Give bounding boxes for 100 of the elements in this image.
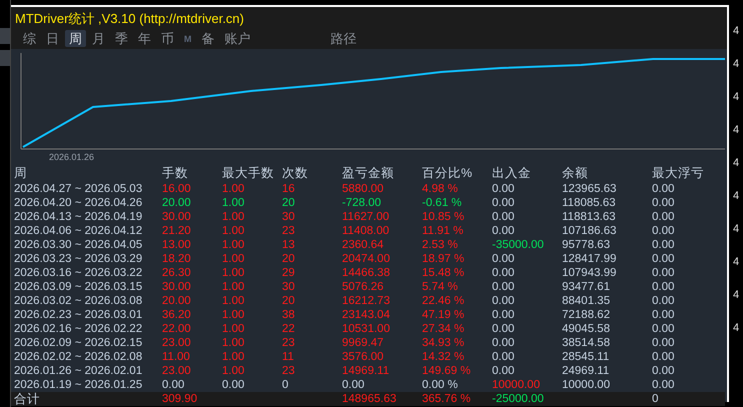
table-cell: 365.76 % (419, 392, 489, 406)
table-cell-text: 2026.04.20 ~ 2026.04.26 (13, 196, 144, 210)
table-cell-text: 22.46 % (421, 294, 466, 308)
table-cell-text: 2026.03.02 ~ 2026.03.08 (13, 294, 144, 308)
table-cell-text: 0.00 (651, 182, 676, 196)
table-cell-text: 18.20 (161, 252, 192, 266)
table-cell-text: 0.00 (491, 252, 516, 266)
price-label: 4 (732, 256, 740, 270)
table-cell-text: 2026.01.26 ~ 2026.02.01 (13, 364, 144, 378)
table-cell-text: 47.19 % (421, 308, 466, 322)
table-cell-text: 0.00 (651, 308, 676, 322)
table-cell: 10000.00 (489, 378, 559, 392)
table-cell-text: 1.00 (221, 336, 246, 350)
table-cell-text: 5.74 % (421, 280, 459, 294)
table-cell-text: 13.00 (161, 238, 192, 252)
column-header: 最大浮亏 (651, 165, 705, 182)
period-tab[interactable]: 日 (42, 30, 63, 47)
table-cell-text: 34.93 % (421, 336, 466, 350)
table-cell-text: 1.00 (221, 196, 246, 210)
period-tab[interactable]: M (180, 30, 196, 47)
path-button[interactable]: 路径 (326, 30, 360, 47)
table-cell-text: 20.00 (161, 196, 192, 210)
table-cell-text: 18.97 % (421, 252, 466, 266)
price-label: 4 (732, 58, 740, 72)
price-label: 4 (732, 190, 740, 204)
table-cell-text: 0.00 (491, 210, 516, 224)
side-button[interactable] (0, 50, 10, 66)
axis-label: 2026.01.26 (49, 152, 94, 162)
table-cell-text: 1.00 (221, 364, 246, 378)
table-cell: 0.00 (649, 378, 725, 392)
table-cell-text: 2026.04.13 ~ 2026.04.19 (13, 210, 144, 224)
table-cell-text: 23.00 (161, 336, 192, 350)
table-cell-text: 95778.63 (561, 238, 611, 252)
table-cell-text: 0.00 (651, 336, 676, 350)
table-cell-text: 2026.04.06 ~ 2026.04.12 (13, 224, 144, 238)
table-cell-text: 20 (281, 252, 296, 266)
table-cell-text: 23 (281, 336, 296, 350)
table-cell-text: 0.00 (491, 364, 516, 378)
period-tab[interactable]: 备 (198, 30, 218, 47)
price-label: 4 (732, 289, 740, 303)
table-cell-text: 2.53 % (421, 238, 459, 252)
table-cell-text: 1.00 (221, 322, 246, 336)
table-cell-text: 0.00 (651, 280, 676, 294)
table-cell-text: 20 (281, 196, 296, 210)
table-cell-text: 88401.35 (561, 294, 611, 308)
table-cell-text: 22 (281, 322, 296, 336)
table-cell-text: 13 (281, 238, 296, 252)
table-cell-text: 0.00 (491, 280, 516, 294)
table-cell-text: 0.00 (651, 350, 676, 364)
period-tab[interactable]: 年 (134, 30, 155, 47)
side-button[interactable] (0, 28, 10, 44)
table-cell-text: 1.00 (221, 182, 246, 196)
table-cell-text: 20474.00 (341, 252, 391, 266)
table-cell-text: 1.00 (221, 252, 246, 266)
table-cell-text: 4.98 % (421, 182, 459, 196)
table-cell-text: 0.00 (651, 266, 676, 280)
table-cell-text: 2026.02.09 ~ 2026.02.15 (13, 336, 144, 350)
table-cell: 148965.63 (339, 392, 419, 406)
table-cell-text: 0.00 (651, 294, 676, 308)
period-tab[interactable]: 综 (19, 30, 40, 47)
price-label: 4 (732, 91, 740, 105)
table-cell: 0.00 (159, 378, 219, 392)
price-label: 4 (732, 322, 740, 336)
table-cell-text: 0.00 (491, 224, 516, 238)
table-cell-text: 38 (281, 308, 296, 322)
table-cell-text: 11408.00 (341, 224, 390, 238)
table-cell-text: 1.00 (221, 308, 246, 322)
period-tab[interactable]: 周 (65, 30, 86, 47)
table-cell-text: 0.00 (651, 322, 676, 336)
table-cell-text: 36.20 (161, 308, 192, 322)
table-cell-text: 123965.63 (561, 182, 618, 196)
price-label: 4 (732, 25, 740, 39)
table-cell-text: 0.00 (491, 196, 516, 210)
table-cell-text: -35000.00 (491, 238, 545, 252)
window-title: MTDriver统计 ,V3.10 (http://mtdriver.cn) (11, 7, 727, 28)
table-cell-text: 0.00 (651, 364, 676, 378)
table-cell-text: 16.00 (161, 182, 192, 196)
table-cell-text: 29 (281, 266, 296, 280)
table-cell-text: 21.20 (161, 224, 192, 238)
table-cell-text: 11.00 (161, 350, 191, 364)
table-cell-text: 14969.11 (341, 364, 390, 378)
column-header: 盈亏金额 (341, 165, 395, 182)
period-tab[interactable]: 币 (157, 30, 178, 47)
column-header: 出入金 (491, 165, 532, 182)
column-header: 余额 (561, 165, 589, 182)
table-cell-text: 2026.02.16 ~ 2026.02.22 (13, 322, 144, 336)
table-cell-text: 10.85 % (421, 210, 466, 224)
period-tab[interactable]: 账户 (220, 30, 254, 47)
period-tab[interactable]: 季 (111, 30, 132, 47)
table-cell-text: 149.69 % (421, 364, 472, 378)
table-cell-text: 2026.03.23 ~ 2026.03.29 (13, 252, 144, 266)
table-cell-text: 0.00 (651, 196, 676, 210)
period-tab[interactable]: 月 (88, 30, 109, 47)
table-cell: 0.00 (219, 378, 279, 392)
table-cell-text: 26.30 (161, 266, 192, 280)
table-cell-text: 2026.02.02 ~ 2026.02.08 (13, 350, 144, 364)
table-cell-text: 14.32 % (421, 350, 466, 364)
table-cell-text: 0.00 (491, 266, 516, 280)
table-cell-text: 93477.61 (561, 280, 611, 294)
table-cell: 2026.01.19 ~ 2026.01.25 (11, 378, 159, 392)
